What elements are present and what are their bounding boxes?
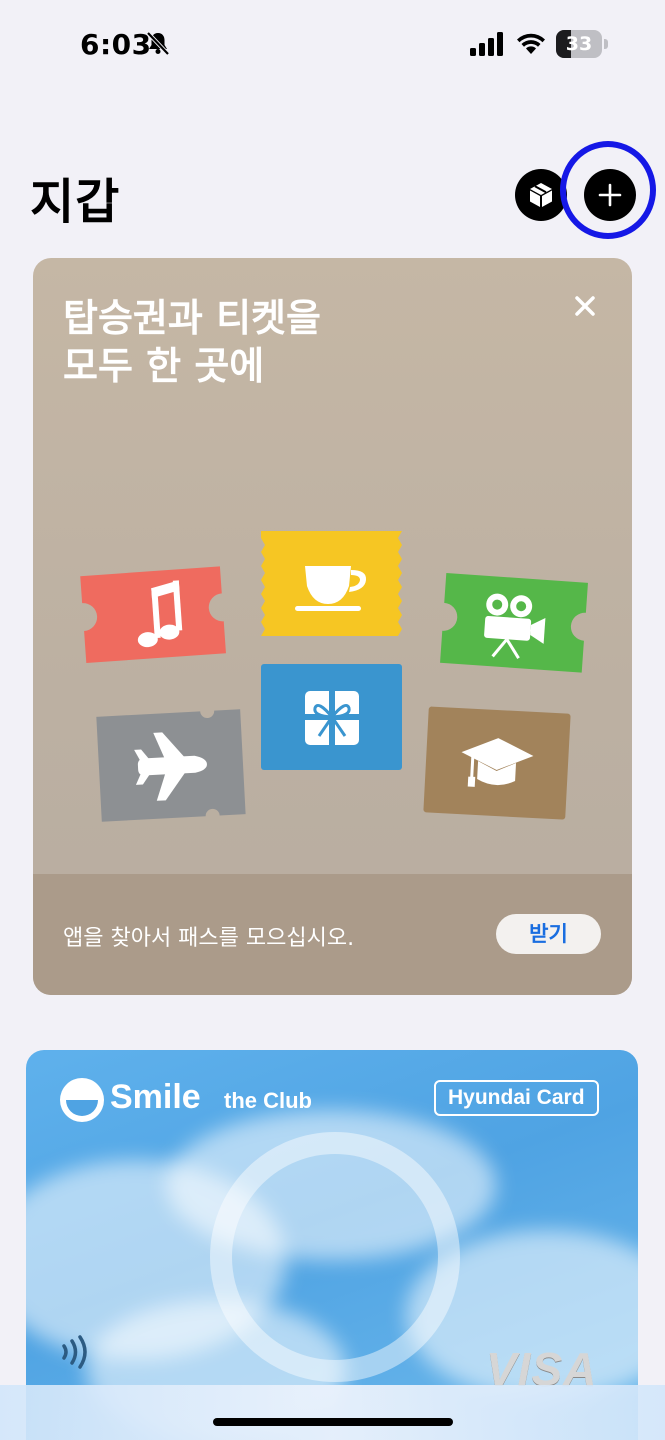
battery-percent: 33 bbox=[565, 33, 593, 55]
card-brand: Smile bbox=[110, 1078, 201, 1116]
status-bar: 6:03 33 bbox=[0, 0, 665, 90]
get-apps-button[interactable]: 받기 bbox=[496, 914, 601, 954]
gift-icon bbox=[305, 691, 359, 745]
promo-footer-text: 앱을 찾아서 패스를 모으십시오. bbox=[63, 926, 355, 951]
pass-illustration bbox=[80, 531, 588, 822]
credit-card[interactable]: Smile the Club Hyundai Card VISA bbox=[26, 1050, 638, 1440]
gift-card bbox=[261, 664, 402, 770]
smile-graphic bbox=[210, 1132, 460, 1382]
promo-footer: 앱을 찾아서 패스를 모으십시오. 받기 bbox=[33, 874, 632, 995]
battery-indicator: 33 bbox=[556, 30, 608, 58]
smile-logo-icon bbox=[60, 1078, 104, 1122]
wifi-icon bbox=[517, 33, 545, 54]
status-time: 6:03 bbox=[80, 28, 152, 61]
orders-button[interactable] bbox=[515, 169, 567, 221]
close-icon[interactable] bbox=[573, 294, 597, 318]
cellular-signal-icon bbox=[470, 32, 503, 56]
card-issuer: Hyundai Card bbox=[434, 1080, 599, 1116]
home-bar-area bbox=[0, 1385, 665, 1440]
contactless-icon bbox=[62, 1335, 87, 1369]
highlight-circle bbox=[560, 141, 656, 239]
silent-bell-icon bbox=[146, 31, 170, 56]
promo-title: 탑승권과 티켓을 모두 한 곳에 bbox=[63, 294, 483, 390]
home-indicator[interactable] bbox=[213, 1418, 453, 1426]
education-card bbox=[423, 706, 571, 820]
promo-title-line1: 탑승권과 티켓을 bbox=[63, 296, 321, 340]
page-title: 지갑 bbox=[30, 174, 121, 230]
card-brand-sub: the Club bbox=[224, 1088, 312, 1113]
package-icon bbox=[530, 183, 552, 207]
movie-ticket bbox=[440, 572, 588, 673]
music-ticket bbox=[80, 566, 226, 663]
plane-ticket bbox=[96, 709, 246, 822]
coffee-ticket bbox=[261, 531, 402, 636]
promo-card: 탑승권과 티켓을 모두 한 곳에 앱을 찾아서 패스를 모으십시오. 받기 bbox=[33, 258, 632, 995]
promo-title-line2: 모두 한 곳에 bbox=[63, 344, 265, 388]
